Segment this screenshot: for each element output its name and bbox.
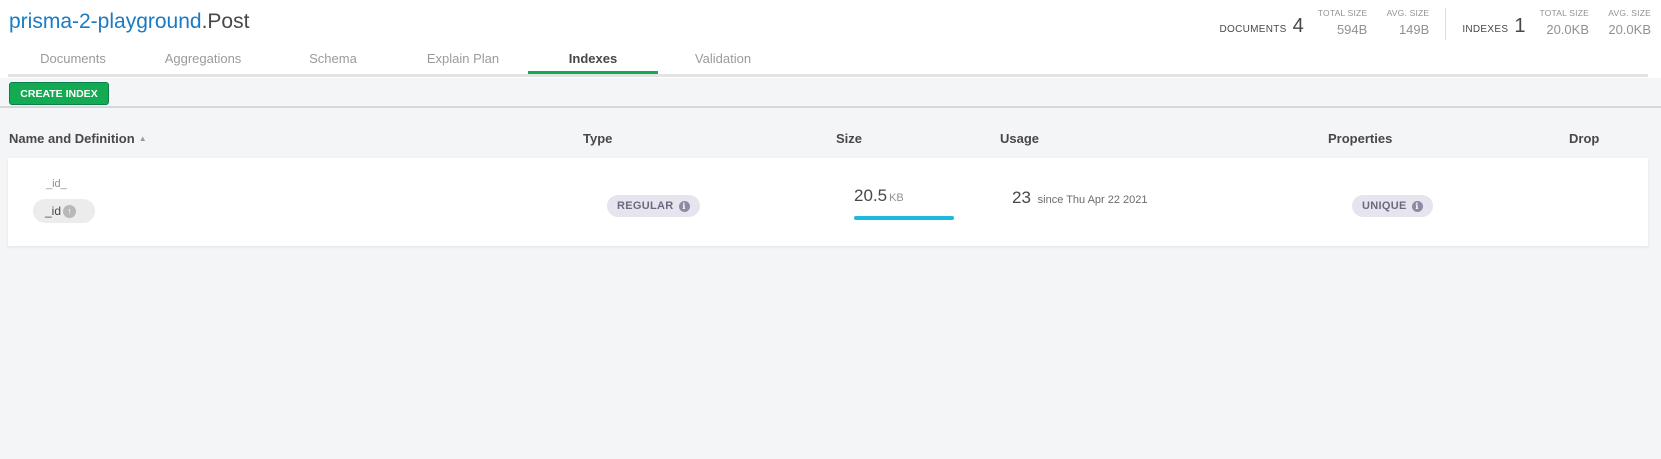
tab-explain-plan[interactable]: Explain Plan bbox=[398, 46, 528, 74]
index-size-value: 20.5 bbox=[854, 186, 888, 205]
index-property-label: UNIQUE bbox=[1362, 200, 1407, 212]
documents-total-size-label: TOTAL SIZE bbox=[1317, 8, 1368, 18]
info-icon[interactable]: i bbox=[678, 200, 690, 212]
indexes-avg-size-label: AVG. SIZE bbox=[1608, 8, 1651, 18]
index-type-badge: REGULAR i bbox=[607, 195, 700, 217]
indexes-total-size-label: TOTAL SIZE bbox=[1539, 8, 1589, 18]
create-index-button[interactable]: CREATE INDEX bbox=[9, 82, 109, 105]
index-size-unit: KB bbox=[889, 192, 904, 204]
tab-documents[interactable]: Documents bbox=[8, 46, 138, 74]
indexes-label: INDEXES bbox=[1462, 24, 1509, 35]
collection-name: .Post bbox=[201, 10, 250, 33]
documents-stats: DOCUMENTS 4 TOTAL SIZE 594B AVG. SIZE 14… bbox=[1219, 8, 1429, 37]
indexes-stats: INDEXES 1 TOTAL SIZE 20.0KB AVG. SIZE 20… bbox=[1462, 8, 1651, 37]
documents-label: DOCUMENTS bbox=[1219, 24, 1287, 35]
index-property-badge: UNIQUE i bbox=[1352, 195, 1433, 217]
index-size-bar bbox=[854, 216, 954, 220]
index-type-label: REGULAR bbox=[617, 200, 674, 212]
tab-aggregations[interactable]: Aggregations bbox=[138, 46, 268, 74]
index-field-pill: _id ↑ bbox=[33, 199, 95, 223]
documents-count: 4 bbox=[1292, 15, 1304, 37]
documents-avg-size: 149B bbox=[1398, 22, 1430, 37]
collection-stats: DOCUMENTS 4 TOTAL SIZE 594B AVG. SIZE 14… bbox=[1219, 8, 1651, 40]
column-header-name[interactable]: Name and Definition ▲ bbox=[9, 131, 147, 146]
database-name-link[interactable]: prisma-2-playground bbox=[9, 10, 202, 33]
collection-header: prisma-2-playground.Post DOCUMENTS 4 TOT… bbox=[0, 0, 1661, 78]
arrow-up-circle-icon: ↑ bbox=[63, 204, 77, 218]
column-header-type[interactable]: Type bbox=[583, 131, 612, 146]
column-header-drop: Drop bbox=[1569, 131, 1600, 146]
index-usage-since: since Thu Apr 22 2021 bbox=[1037, 194, 1148, 206]
tab-schema[interactable]: Schema bbox=[268, 46, 398, 74]
tab-validation[interactable]: Validation bbox=[658, 46, 788, 74]
documents-total-size: 594B bbox=[1336, 22, 1368, 37]
indexes-total-size: 20.0KB bbox=[1546, 22, 1589, 37]
index-size-bar-fill bbox=[854, 216, 954, 220]
index-name: _id_ bbox=[46, 178, 67, 190]
column-header-properties[interactable]: Properties bbox=[1328, 131, 1392, 146]
info-icon[interactable]: i bbox=[1411, 200, 1423, 212]
indexes-avg-size: 20.0KB bbox=[1608, 22, 1651, 37]
index-size: 20.5 KB bbox=[854, 186, 904, 206]
index-field-name: _id bbox=[45, 204, 62, 218]
column-header-usage[interactable]: Usage bbox=[1000, 131, 1039, 146]
namespace-title: prisma-2-playground.Post bbox=[9, 10, 249, 34]
tab-indexes[interactable]: Indexes bbox=[528, 46, 658, 74]
sort-ascending-icon[interactable]: ▲ bbox=[139, 134, 147, 143]
tabs-divider bbox=[8, 74, 1648, 77]
index-usage: 23 since Thu Apr 22 2021 bbox=[1012, 188, 1148, 208]
stats-divider bbox=[1445, 8, 1447, 40]
indexes-count: 1 bbox=[1514, 15, 1526, 37]
indexes-toolbar: CREATE INDEX bbox=[0, 78, 1661, 108]
column-header-size[interactable]: Size bbox=[836, 131, 862, 146]
table-row: _id_ _id ↑ REGULAR i 20.5 KB 23 since Thu A… bbox=[8, 158, 1648, 246]
documents-avg-size-label: AVG. SIZE bbox=[1386, 8, 1430, 18]
index-usage-count: 23 bbox=[1012, 188, 1031, 207]
column-header-name-label: Name and Definition bbox=[9, 131, 135, 146]
